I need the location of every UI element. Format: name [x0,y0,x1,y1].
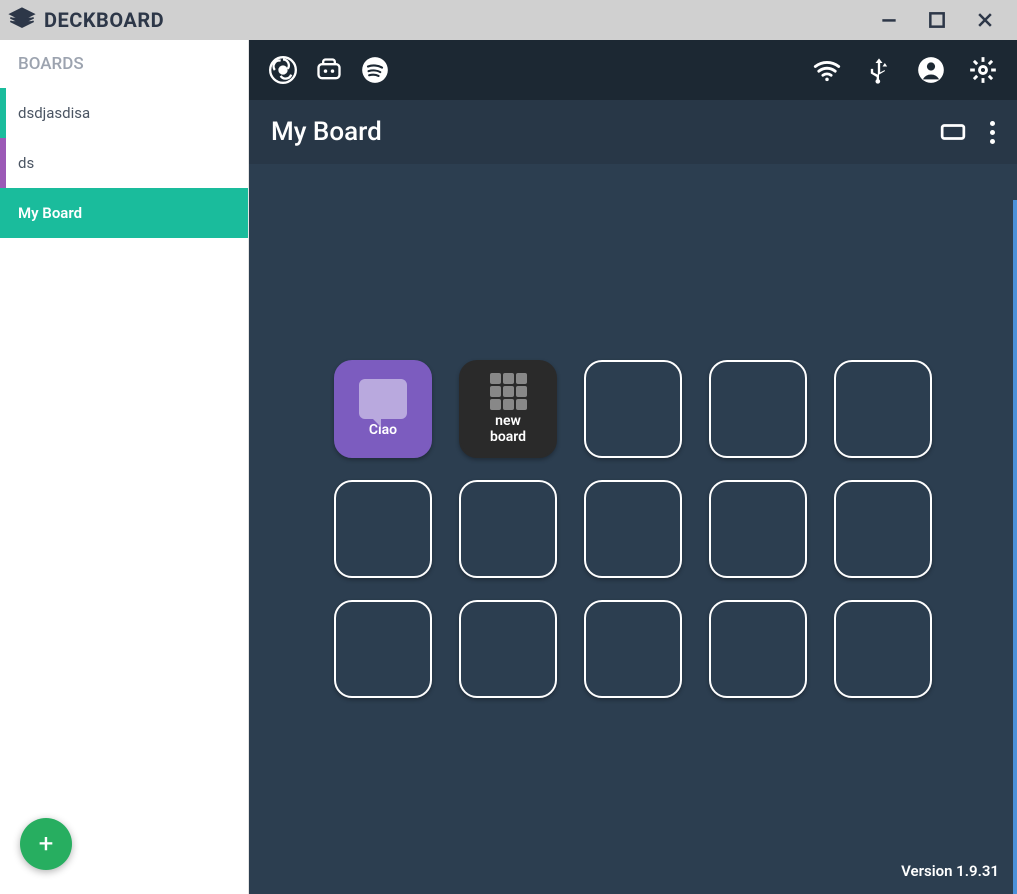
fullscreen-icon[interactable] [940,119,966,145]
app-title: DECKBOARD [44,8,164,32]
add-board-button[interactable]: + [20,818,72,870]
tile-11[interactable] [459,600,557,698]
tile-5[interactable] [334,480,432,578]
settings-icon[interactable] [969,56,997,84]
board-header: My Board [249,100,1017,164]
chat-icon [359,379,407,419]
tile-14[interactable] [834,600,932,698]
main-content: My Board Ciao [249,40,1017,894]
streamlabs-icon[interactable] [315,56,343,84]
sidebar-item-board-1[interactable]: ds [0,138,248,188]
tile-label: new board [490,414,526,445]
titlebar: DECKBOARD [0,0,1017,40]
toolbar [249,40,1017,100]
version-label: Version 1.9.31 [901,862,999,880]
wifi-icon[interactable] [813,56,841,84]
deckboard-logo-icon [8,6,36,34]
right-edge-indicator [1013,200,1017,894]
sidebar-item-board-0[interactable]: dsdjasdisa [0,88,248,138]
plus-icon: + [39,829,54,859]
sidebar-item-label: ds [18,154,34,172]
board-title: My Board [271,117,382,147]
more-menu-button[interactable] [990,121,995,144]
tile-12[interactable] [584,600,682,698]
tile-2[interactable] [584,360,682,458]
tile-grid-container: Ciao new board [249,164,1017,894]
sidebar-item-label: dsdjasdisa [18,104,90,122]
window-controls [879,10,1009,30]
tile-10[interactable] [334,600,432,698]
grid-icon [490,373,527,410]
usb-icon[interactable] [865,56,893,84]
spotify-icon[interactable] [361,56,389,84]
tile-9[interactable] [834,480,932,578]
tile-6[interactable] [459,480,557,578]
tile-1[interactable]: new board [459,360,557,458]
obs-icon[interactable] [269,56,297,84]
dots-vertical-icon [990,121,995,144]
tile-0[interactable]: Ciao [334,360,432,458]
app-logo: DECKBOARD [8,6,164,34]
sidebar-item-board-2[interactable]: My Board [0,188,248,238]
close-button[interactable] [975,10,995,30]
tile-13[interactable] [709,600,807,698]
sidebar-header: BOARDS [0,40,248,88]
tile-4[interactable] [834,360,932,458]
tile-grid: Ciao new board [334,360,932,698]
boards-list: dsdjasdisa ds My Board [0,88,248,894]
minimize-button[interactable] [879,10,899,30]
account-icon[interactable] [917,56,945,84]
sidebar: BOARDS dsdjasdisa ds My Board + [0,40,249,894]
sidebar-item-label: My Board [18,204,82,222]
tile-3[interactable] [709,360,807,458]
maximize-button[interactable] [927,10,947,30]
tile-8[interactable] [709,480,807,578]
tile-7[interactable] [584,480,682,578]
